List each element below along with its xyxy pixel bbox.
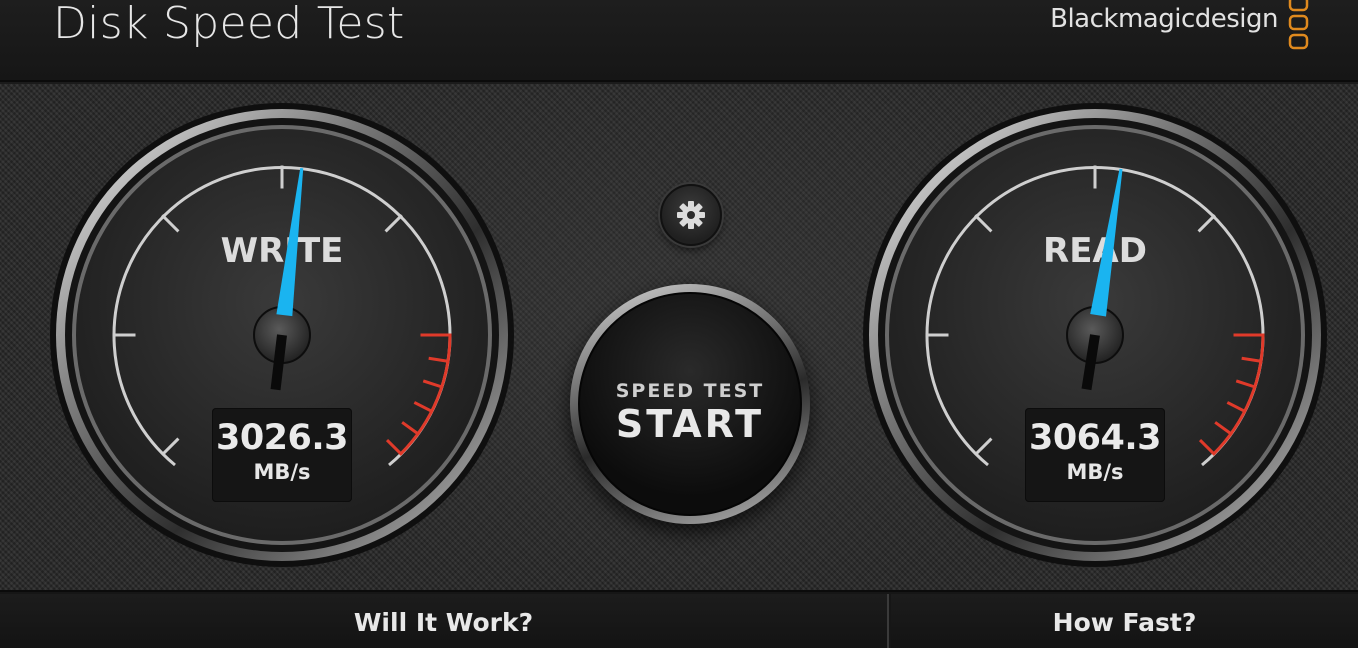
read-speed-unit: MB/s	[1066, 460, 1124, 484]
read-readout: 3064.3 MB/s	[1025, 408, 1165, 502]
how-fast-button[interactable]: How Fast?	[891, 594, 1358, 648]
start-button-face: SPEED TEST START	[578, 292, 802, 516]
speed-test-start-button[interactable]: SPEED TEST START	[570, 284, 810, 524]
start-button-caption: SPEED TEST	[615, 380, 765, 402]
brand-name: Blackmagicdesign	[1050, 4, 1278, 34]
needle-tail	[270, 334, 287, 391]
app-title: Disk Speed Test	[53, 0, 405, 49]
will-it-work-button[interactable]: Will It Work?	[0, 594, 889, 648]
read-gauge: READ 3064.3 MB/s	[860, 100, 1330, 570]
write-gauge: WRITE 3026.3 MB/s	[47, 100, 517, 570]
write-speed-value: 3026.3	[215, 418, 349, 458]
write-gauge-label: WRITE	[221, 231, 344, 271]
write-readout: 3026.3 MB/s	[212, 408, 352, 502]
read-speed-value: 3064.3	[1028, 418, 1162, 458]
blackmagic-logo-icon	[1288, 0, 1309, 50]
gear-icon	[677, 201, 705, 229]
main-panel: WRITE 3026.3 MB/s SPEED TEST START READ …	[0, 84, 1358, 590]
read-gauge-label: READ	[1043, 231, 1147, 271]
title-bar: Disk Speed Test Blackmagicdesign	[0, 0, 1358, 82]
footer-bar: Will It Work? How Fast?	[0, 590, 1358, 648]
write-speed-unit: MB/s	[253, 460, 311, 484]
settings-button[interactable]	[660, 184, 722, 246]
start-button-label: START	[615, 402, 765, 446]
